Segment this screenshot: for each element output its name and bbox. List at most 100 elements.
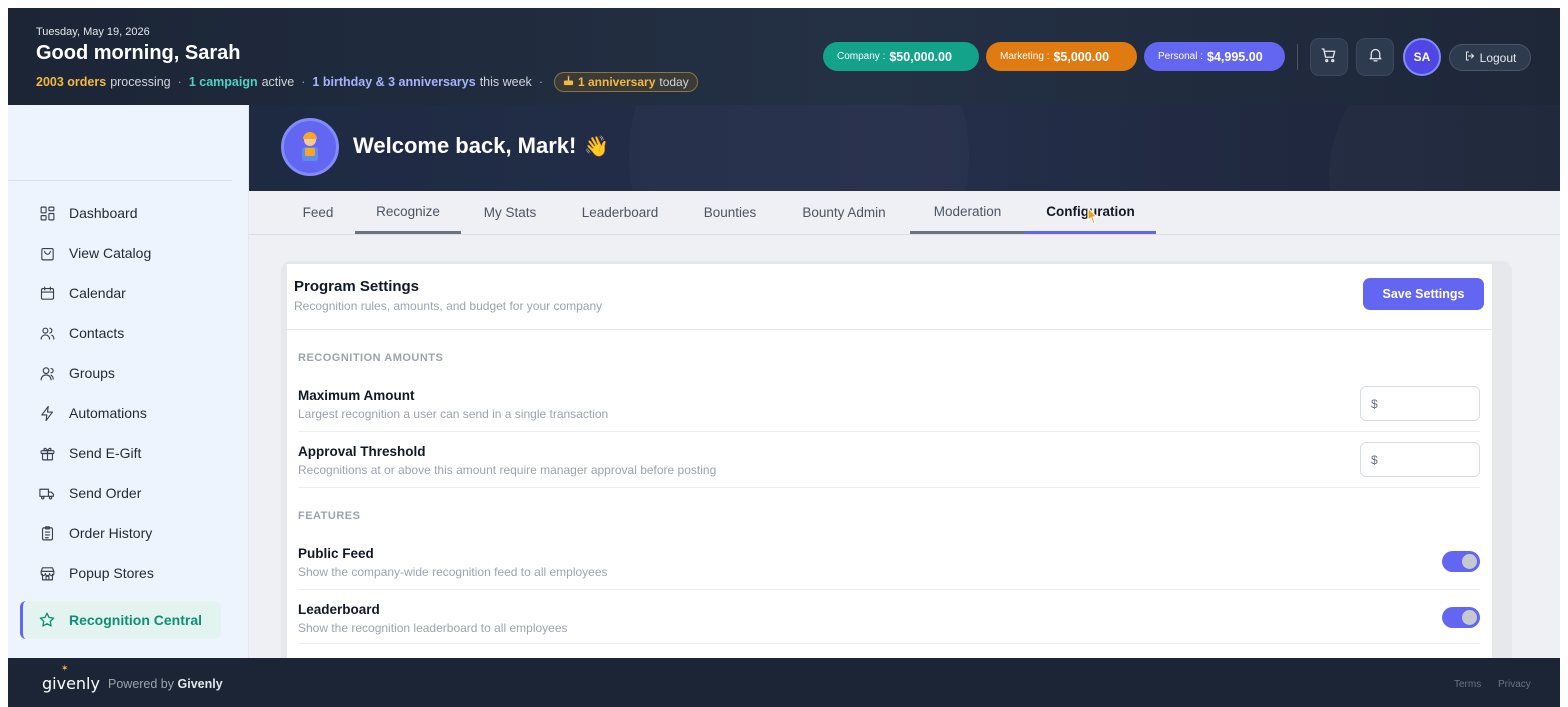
public-feed-title: Public Feed — [298, 546, 374, 561]
contacts-icon — [38, 324, 56, 342]
leaderboard-toggle[interactable] — [1442, 607, 1480, 628]
sidebar: Dashboard View Catalog Calendar Contacts… — [8, 105, 249, 658]
sidebar-item-dashboard[interactable]: Dashboard — [20, 194, 220, 232]
logout-icon — [1464, 50, 1476, 65]
separator-dot: · — [177, 75, 182, 89]
gift-icon — [38, 444, 56, 462]
separator-dot: · — [538, 75, 543, 89]
logo-text: givenly — [42, 674, 100, 693]
row-divider — [298, 431, 1480, 432]
leaderboard-desc: Show the recognition leaderboard to all … — [298, 621, 568, 635]
max-amount-field[interactable]: $ — [1360, 386, 1480, 421]
cart-button[interactable] — [1310, 38, 1348, 76]
tab-bounty-admin[interactable]: Bounty Admin — [789, 191, 899, 234]
section-features: FEATURES — [298, 510, 361, 522]
today-suffix: today — [659, 75, 689, 89]
currency-symbol: $ — [1371, 396, 1378, 411]
decorative-circle — [629, 105, 969, 191]
public-feed-toggle[interactable] — [1442, 551, 1480, 572]
celebrations-suffix: this week — [479, 75, 532, 89]
current-date: Tuesday, May 19, 2026 — [36, 26, 150, 38]
terms-link[interactable]: Terms — [1454, 679, 1481, 690]
sidebar-item-popup-stores[interactable]: Popup Stores — [20, 554, 220, 592]
top-header: Tuesday, May 19, 2026 Good morning, Sara… — [8, 8, 1560, 105]
campaign-count[interactable]: 1 campaign — [189, 75, 258, 89]
truck-icon — [38, 484, 56, 502]
today-badge[interactable]: 1 anniversary today — [553, 72, 698, 92]
row-divider — [298, 589, 1480, 590]
today-pill-text: 1 anniversary — [577, 75, 656, 89]
welcome-text: Welcome back, Mark! — [353, 133, 577, 158]
sidebar-item-label: Automations — [69, 405, 147, 421]
approval-threshold-field[interactable]: $ — [1360, 442, 1480, 477]
tab-moderation[interactable]: Moderation — [910, 191, 1025, 234]
powered-brand: Givenly — [177, 677, 223, 691]
sidebar-item-recognition-central[interactable]: Recognition Central — [20, 601, 221, 639]
max-amount-desc: Largest recognition a user can send in a… — [298, 407, 609, 421]
sidebar-item-label: View Catalog — [69, 245, 152, 261]
approval-threshold-input[interactable] — [1381, 452, 1472, 467]
header-divider — [1297, 44, 1298, 70]
tab-feed[interactable]: Feed — [289, 191, 347, 234]
sidebar-item-send-e-gift[interactable]: Send E-Gift — [20, 434, 220, 472]
status-summary: 2003 orders processing · 1 campaign acti… — [36, 72, 698, 92]
user-avatar[interactable]: SA — [1403, 38, 1441, 76]
company-budget-badge[interactable]: Company : $50,000.00 — [823, 42, 979, 71]
dashboard-icon — [38, 204, 56, 222]
tab-my-stats[interactable]: My Stats — [473, 191, 547, 234]
public-feed-desc: Show the company-wide recognition feed t… — [298, 565, 608, 579]
settings-title: Program Settings — [294, 278, 420, 295]
profile-avatar[interactable] — [281, 118, 339, 176]
sidebar-item-label: Recognition Central — [69, 612, 203, 628]
tab-leaderboard[interactable]: Leaderboard — [569, 191, 671, 234]
cake-icon — [563, 75, 574, 89]
sidebar-item-label: Send E-Gift — [69, 445, 142, 461]
leaderboard-title: Leaderboard — [298, 602, 380, 617]
orders-count[interactable]: 2003 orders — [36, 75, 106, 89]
wave-icon: 👋 — [584, 135, 610, 158]
welcome-banner: Welcome back, Mark! 👋 — [249, 105, 1560, 191]
sidebar-item-order-history[interactable]: Order History — [20, 514, 220, 552]
tab-bounties[interactable]: Bounties — [693, 191, 767, 234]
sidebar-item-label: Calendar — [69, 285, 126, 301]
max-amount-title: Maximum Amount — [298, 388, 415, 403]
cart-icon — [1320, 46, 1338, 69]
logout-button[interactable]: Logout — [1449, 44, 1531, 71]
sidebar-item-contacts[interactable]: Contacts — [20, 314, 220, 352]
settings-subtitle: Recognition rules, amounts, and budget f… — [294, 299, 603, 313]
sidebar-item-automations[interactable]: Automations — [20, 394, 220, 432]
sidebar-item-view-catalog[interactable]: View Catalog — [20, 234, 220, 272]
approval-threshold-title: Approval Threshold — [298, 444, 426, 459]
marketing-budget-label: Marketing : — [1000, 51, 1050, 62]
welcome-message: Welcome back, Mark! 👋 — [353, 133, 609, 159]
store-icon — [38, 564, 56, 582]
marketing-budget-value: $5,000.00 — [1053, 49, 1110, 64]
powered-by: Powered by Givenly — [108, 677, 223, 691]
section-recognition-amounts: RECOGNITION AMOUNTS — [298, 352, 444, 364]
celebrations-count[interactable]: 1 birthday & 3 anniversarys — [312, 75, 475, 89]
toggle-knob — [1462, 610, 1477, 625]
tab-recognize[interactable]: Recognize — [355, 191, 461, 234]
max-amount-input[interactable] — [1381, 396, 1472, 411]
sidebar-item-label: Dashboard — [69, 205, 138, 221]
footer: givenly ✶ Powered by Givenly Terms Priva… — [8, 658, 1560, 707]
worker-avatar-icon — [302, 132, 318, 161]
sidebar-item-label: Popup Stores — [69, 565, 154, 581]
notifications-button[interactable] — [1356, 38, 1394, 76]
sidebar-item-groups[interactable]: Groups — [20, 354, 220, 392]
sidebar-item-calendar[interactable]: Calendar — [20, 274, 220, 312]
company-budget-label: Company : — [837, 51, 886, 62]
sidebar-divider — [8, 180, 232, 181]
decorative-circle — [1329, 105, 1560, 191]
save-settings-button[interactable]: Save Settings — [1363, 278, 1484, 310]
personal-budget-value: $4,995.00 — [1207, 49, 1263, 64]
star-icon — [38, 611, 56, 629]
marketing-budget-badge[interactable]: Marketing : $5,000.00 — [986, 42, 1137, 71]
sidebar-item-label: Order History — [69, 525, 153, 541]
personal-budget-badge[interactable]: Personal : $4,995.00 — [1144, 42, 1285, 71]
separator-dot: · — [301, 75, 306, 89]
givenly-logo[interactable]: givenly ✶ — [42, 664, 100, 693]
privacy-link[interactable]: Privacy — [1498, 679, 1531, 690]
sidebar-item-send-order[interactable]: Send Order — [20, 474, 220, 512]
program-settings-card: Program Settings Recognition rules, amou… — [287, 264, 1492, 684]
